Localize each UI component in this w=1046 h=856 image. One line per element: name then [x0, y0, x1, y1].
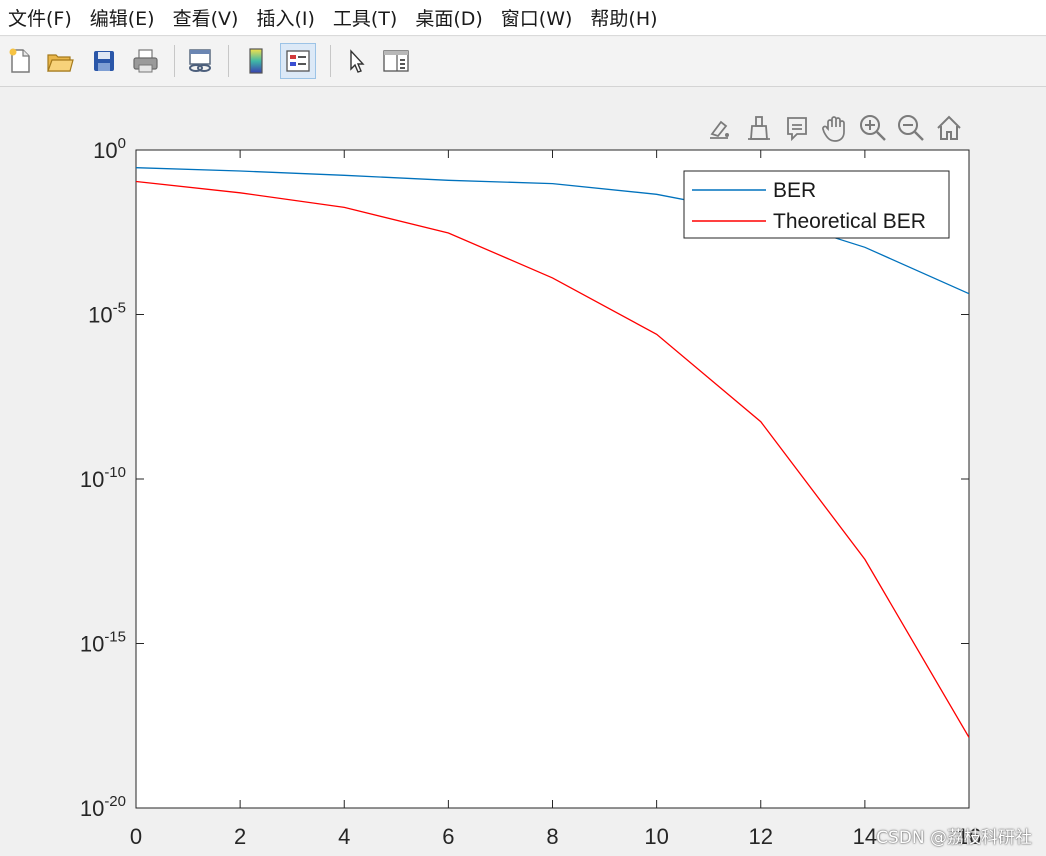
open-button[interactable]: [42, 43, 78, 79]
select-arrow-icon: [350, 49, 365, 73]
figure-toolbar: [0, 37, 1046, 87]
x-tick-label: 14: [853, 824, 877, 849]
menu-item-4[interactable]: 工具(T): [325, 4, 407, 31]
brush-edit-icon: [710, 120, 729, 139]
data-brush-icon: [748, 116, 770, 140]
menu-item-2[interactable]: 查看(V): [165, 4, 249, 31]
y-tick-label: 100: [93, 135, 126, 163]
save-button[interactable]: [86, 43, 122, 79]
zoom-in-icon: [860, 115, 886, 141]
zoom-out-button[interactable]: [894, 110, 928, 146]
legend-box: [683, 170, 950, 239]
menu-item-7[interactable]: 帮助(H): [582, 4, 667, 31]
y-tick-label: 10-20: [80, 793, 126, 821]
x-tick-label: 12: [749, 824, 773, 849]
legend-label: BER: [773, 179, 816, 202]
legend-label: Theoretical BER: [773, 210, 926, 233]
x-tick-label: 8: [546, 824, 558, 849]
x-tick-label: 4: [338, 824, 350, 849]
edit-plot-button[interactable]: [338, 43, 374, 79]
home-icon: [937, 115, 961, 140]
restore-view-button[interactable]: [932, 110, 966, 146]
pan-hand-icon: [822, 116, 845, 142]
menu-item-5[interactable]: 桌面(D): [407, 4, 492, 31]
legend-icon: [286, 50, 310, 72]
data-brush-button[interactable]: [742, 110, 776, 146]
open-folder-icon: [47, 54, 74, 72]
menu-bar: 文件(F) 编辑(E) 查看(V) 插入(I) 工具(T) 桌面(D) 窗口(W) 帮助(H): [0, 0, 1046, 36]
print-icon: [133, 49, 158, 73]
x-tick-label: 0: [130, 824, 142, 849]
save-icon: [94, 51, 114, 71]
x-tick-label: 10: [644, 824, 668, 849]
menu-item-3[interactable]: 插入(I): [248, 4, 324, 31]
menu-item-1[interactable]: 编辑(E): [82, 4, 165, 31]
series-line-ber: [136, 167, 969, 295]
brush-edit-button[interactable]: [702, 110, 736, 146]
axes-toolbar: [700, 110, 970, 146]
insert-legend-button[interactable]: [280, 43, 316, 79]
axes-box: [135, 149, 970, 809]
data-tips-button[interactable]: [780, 110, 814, 146]
new-file-button[interactable]: [2, 43, 38, 79]
print-button[interactable]: [128, 43, 164, 79]
data-tips-icon: [787, 117, 807, 142]
insert-colorbar-button[interactable]: [238, 43, 274, 79]
y-tick-label: 10-10: [80, 464, 126, 492]
menu-item-0[interactable]: 文件(F): [0, 4, 82, 31]
zoom-out-icon: [898, 115, 924, 141]
colorbar-icon: [249, 48, 263, 74]
menu-item-6[interactable]: 窗口(W): [493, 4, 583, 31]
zoom-in-button[interactable]: [856, 110, 890, 146]
property-inspector-button[interactable]: [378, 43, 414, 79]
y-tick-label: 10-15: [80, 629, 126, 657]
series-group: [136, 167, 969, 738]
link-plot-icon: [189, 49, 211, 72]
watermark: CSDN @荔枝科研社: [876, 828, 1032, 848]
y-tick-label: 10-5: [88, 300, 126, 328]
property-inspector-icon: [383, 50, 409, 72]
series-line-theoretical-ber: [136, 180, 969, 738]
x-tick-label: 2: [234, 824, 246, 849]
pan-button[interactable]: [818, 110, 852, 146]
x-tick-label: 6: [442, 824, 454, 849]
link-plot-button[interactable]: [182, 43, 218, 79]
new-file-icon: [9, 48, 30, 73]
